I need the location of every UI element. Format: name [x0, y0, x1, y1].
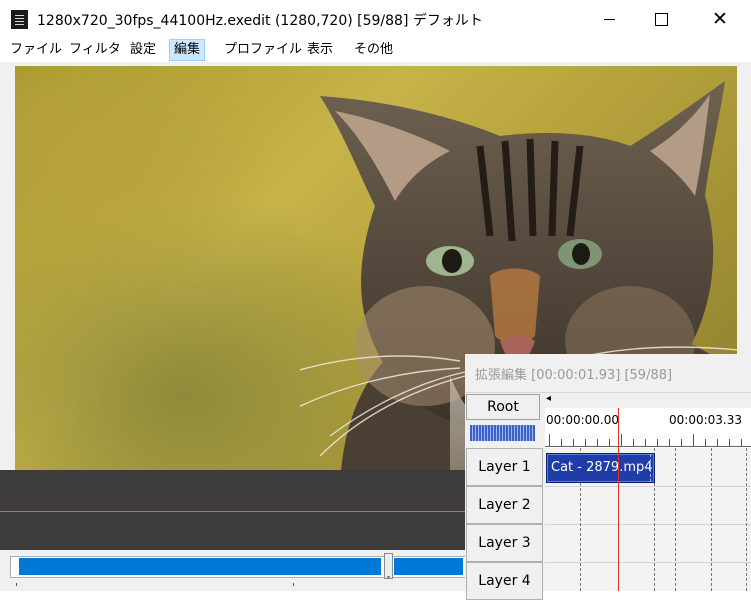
menu-other[interactable]: その他 — [350, 40, 397, 60]
maximize-icon — [654, 12, 668, 26]
menu-file[interactable]: ファイル — [6, 40, 66, 60]
seek-thumb[interactable] — [384, 553, 393, 579]
grid-line — [746, 448, 747, 591]
grid-line — [675, 448, 676, 591]
ruler-tick — [621, 434, 622, 446]
menu-view[interactable]: 表示 — [303, 40, 337, 60]
seek-bar-fill — [19, 558, 381, 575]
window-title: 1280x720_30fps_44100Hz.exedit (1280,720)… — [37, 13, 483, 29]
divider — [465, 392, 751, 393]
minimize-icon — [603, 18, 615, 20]
timeline-clip[interactable]: Cat - 2879.mp4 — [546, 453, 655, 483]
scroll-left-arrow-icon[interactable]: ◂ — [546, 393, 551, 404]
timeline-strip — [0, 470, 466, 512]
seek-tick — [293, 583, 294, 586]
root-button[interactable]: Root — [466, 394, 540, 420]
ruler-tick — [717, 439, 718, 446]
horizontal-scrollbar[interactable] — [545, 394, 751, 408]
menu-profile[interactable]: プロファイル — [220, 40, 306, 60]
ruler-tick — [669, 439, 670, 446]
minimize-button[interactable] — [586, 0, 632, 38]
grid-line — [711, 448, 712, 591]
seek-bar-fill-right — [394, 558, 463, 575]
layer-separator — [545, 486, 751, 487]
layer-1-header[interactable]: Layer 1 — [466, 448, 543, 486]
layer-2-header[interactable]: Layer 2 — [466, 486, 543, 524]
extended-edit-title: 拡張編集 [00:00:01.93] [59/88] — [475, 368, 673, 383]
ruler-tick — [561, 439, 562, 446]
film-icon — [11, 10, 28, 29]
ruler-tick — [597, 439, 598, 446]
menu-edit[interactable]: 編集 — [169, 39, 206, 61]
ruler-baseline — [545, 446, 751, 447]
close-icon: ✕ — [712, 7, 728, 30]
ruler-tick — [657, 439, 658, 446]
menu-settings[interactable]: 設定 — [126, 40, 160, 60]
layer-3-header[interactable]: Layer 3 — [466, 524, 543, 562]
menu-filter[interactable]: フィルタ — [65, 40, 125, 60]
layer-separator — [545, 562, 751, 563]
ruler-tick — [549, 434, 550, 446]
timeline-strip-lower — [0, 512, 466, 550]
maximize-button[interactable] — [638, 0, 684, 38]
seek-tick — [16, 583, 17, 586]
playhead-cursor[interactable] — [618, 408, 619, 591]
ruler-tick — [633, 439, 634, 446]
ruler-tick — [705, 439, 706, 446]
ruler-tick — [693, 434, 694, 446]
ruler-tick — [585, 439, 586, 446]
ruler-tick — [645, 439, 646, 446]
layer-separator — [545, 524, 751, 525]
ruler-tick — [609, 439, 610, 446]
ruler-tick — [729, 439, 730, 446]
time-label-start: 00:00:00.00 — [546, 413, 619, 427]
time-label-3s: 00:00:03.33 — [669, 413, 742, 427]
layer-4-header[interactable]: Layer 4 — [466, 562, 543, 600]
close-button[interactable]: ✕ — [697, 0, 743, 38]
audio-waveform-icon — [470, 425, 535, 441]
ruler-tick — [681, 439, 682, 446]
ruler-tick — [573, 439, 574, 446]
ruler-tick — [741, 439, 742, 446]
